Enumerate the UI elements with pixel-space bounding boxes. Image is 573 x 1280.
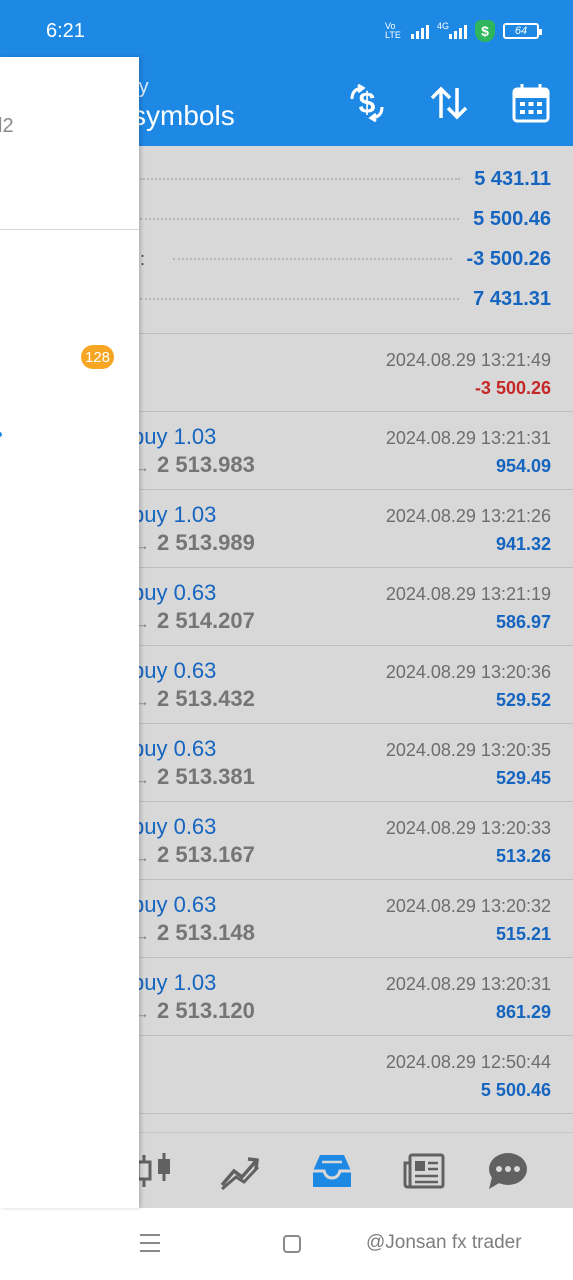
trade-title: buy 1.03 <box>132 502 217 527</box>
summary-value: 7 431.31 <box>473 287 551 310</box>
news-icon[interactable] <box>400 1149 448 1193</box>
row-profit: 529.45 <box>495 768 551 788</box>
row-profit: 513.26 <box>495 846 551 866</box>
status-icons: Vo LTE 4G $ 64 <box>384 20 542 42</box>
trade-title: buy 0.63 <box>132 580 217 605</box>
trade-price: → 2 513.432 <box>136 686 255 712</box>
dot-leader <box>140 298 460 300</box>
indicator-dot <box>0 432 2 437</box>
trade-price: → 2 513.983 <box>136 452 255 478</box>
header-title: symbols <box>132 100 235 131</box>
trade-price-value: 2 513.989 <box>157 530 255 555</box>
row-time: 2024.08.29 12:50:44 <box>385 1052 551 1072</box>
dot-leader <box>173 258 453 260</box>
system-nav-bar: @Jonsan fx trader <box>0 1208 573 1280</box>
signal-2-icon <box>449 23 467 39</box>
notification-badge: 128 <box>81 345 115 369</box>
volte-label: Vo LTE <box>384 21 401 40</box>
trade-title: buy 1.03 <box>132 970 217 995</box>
drawer-divider <box>0 229 139 230</box>
history-inbox-icon[interactable] <box>308 1149 356 1193</box>
chat-icon[interactable] <box>484 1149 532 1193</box>
summary-value: 5 431.11 <box>474 167 551 190</box>
row-profit: 861.29 <box>495 1002 551 1022</box>
row-profit: 941.32 <box>495 534 551 554</box>
row-profit: 529.52 <box>495 690 551 710</box>
row-profit: 954.09 <box>495 456 551 476</box>
trade-price: → 2 513.989 <box>136 530 255 556</box>
summary-row: 7 431.31 <box>140 284 551 314</box>
row-time: 2024.08.29 13:20:36 <box>385 662 551 682</box>
row-time: 2024.08.29 13:20:33 <box>385 818 551 838</box>
trade-price-value: 2 513.381 <box>157 764 255 789</box>
trade-price: → 2 513.381 <box>136 764 255 790</box>
trade-price-value: 2 513.167 <box>157 842 255 867</box>
trade-title: buy 0.63 <box>132 658 217 683</box>
dot-leader <box>140 218 460 220</box>
row-time: 2024.08.29 13:21:49 <box>385 350 551 370</box>
summary-row: 5 500.46 <box>140 204 551 234</box>
trade-price: → 2 513.120 <box>136 998 255 1024</box>
row-profit: 515.21 <box>495 924 551 944</box>
row-time: 2024.08.29 13:20:31 <box>385 974 551 994</box>
summary-colon: : <box>140 248 146 269</box>
row-profit: 586.97 <box>495 612 551 632</box>
row-amount: 5 500.46 <box>480 1080 551 1100</box>
account-name: l2 <box>0 115 14 137</box>
trade-price: → 2 513.148 <box>136 920 255 946</box>
menu-icon[interactable] <box>140 1234 160 1252</box>
trade-price-value: 2 513.120 <box>157 998 255 1023</box>
trade-price: → 2 514.207 <box>136 608 255 634</box>
row-time: 2024.08.29 13:21:19 <box>385 584 551 604</box>
calendar-icon[interactable] <box>506 78 556 128</box>
trade-price-value: 2 513.432 <box>157 686 255 711</box>
row-time: 2024.08.29 13:21:31 <box>385 428 551 448</box>
network-label: 4G <box>436 21 449 31</box>
security-shield-icon: $ <box>475 20 495 42</box>
home-icon[interactable] <box>283 1235 301 1253</box>
trade-price-value: 2 513.983 <box>157 452 255 477</box>
summary-value: -3 500.26 <box>466 247 551 270</box>
summary-row: 5 431.11 <box>140 164 551 194</box>
row-amount: -3 500.26 <box>474 378 551 398</box>
trade-chart-icon[interactable] <box>216 1149 264 1193</box>
trade-price-value: 2 514.207 <box>157 608 255 633</box>
summary-value: 5 500.46 <box>473 207 551 230</box>
battery-icon: 64 <box>503 23 542 39</box>
row-time: 2024.08.29 13:20:32 <box>385 896 551 916</box>
dot-leader <box>140 178 461 180</box>
trade-title: buy 0.63 <box>132 814 217 839</box>
row-time: 2024.08.29 13:20:35 <box>385 740 551 760</box>
sort-icon[interactable] <box>424 78 474 128</box>
summary-row: : -3 500.26 <box>140 244 551 274</box>
trade-title: buy 1.03 <box>132 424 217 449</box>
trade-price-value: 2 513.148 <box>157 920 255 945</box>
row-time: 2024.08.29 13:21:26 <box>385 506 551 526</box>
signal-icon <box>410 23 429 39</box>
battery-level: 64 <box>514 25 528 37</box>
status-bar: 6:21 Vo LTE 4G $ 64 <box>0 0 573 60</box>
side-drawer[interactable]: l2 128 <box>0 57 139 1208</box>
trade-price: → 2 513.167 <box>136 842 255 868</box>
trade-title: buy 0.63 <box>132 736 217 761</box>
status-time: 6:21 <box>46 20 85 42</box>
trade-title: buy 0.63 <box>132 892 217 917</box>
currency-exchange-icon[interactable]: $ <box>342 78 392 128</box>
watermark: @Jonsan fx trader <box>366 1232 522 1253</box>
